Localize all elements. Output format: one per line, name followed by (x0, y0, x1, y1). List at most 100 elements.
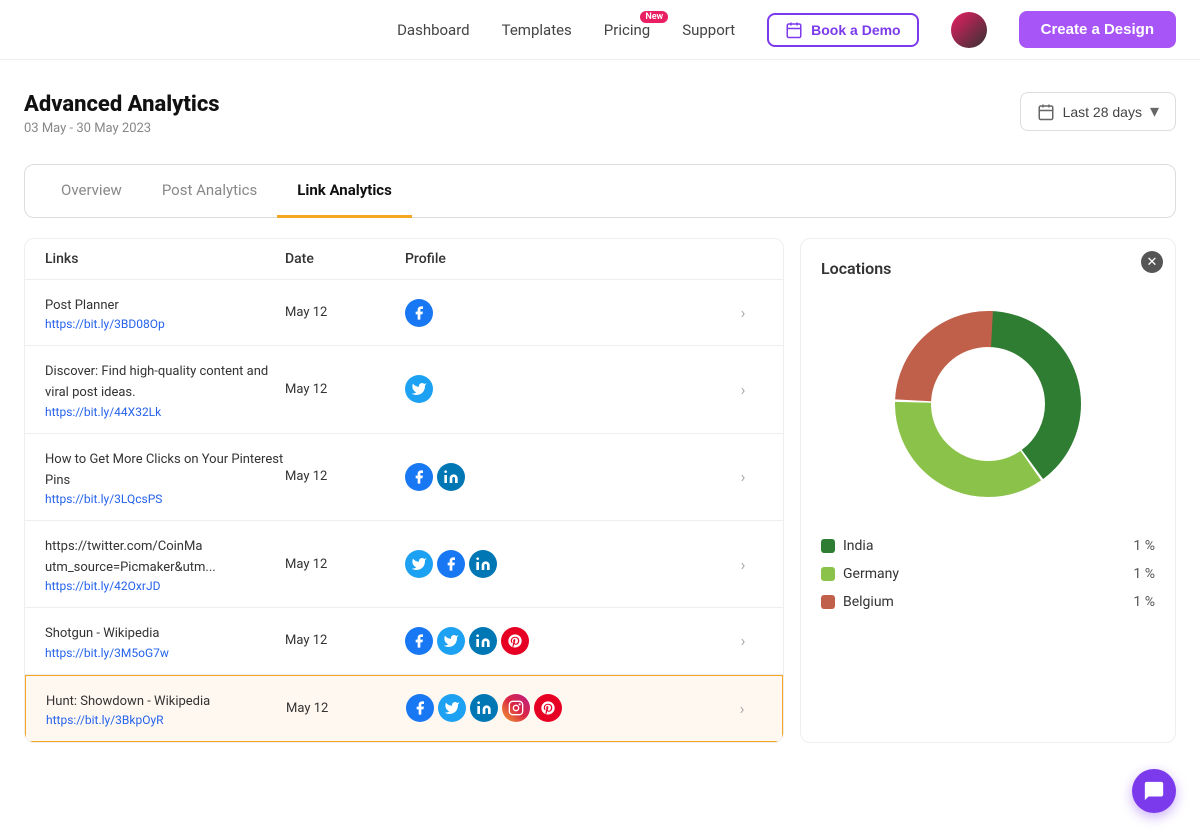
legend: India 1 % Germany 1 % Belgium 1 % (821, 538, 1155, 610)
page-date-range: 03 May - 30 May 2023 (24, 121, 220, 136)
pricing-new-badge: New (640, 11, 668, 23)
profile-icons (406, 694, 722, 722)
user-avatar[interactable] (951, 12, 987, 48)
link-date: May 12 (285, 557, 405, 572)
pi-icon (501, 627, 529, 655)
link-title: Hunt: Showdown - Wikipedia (46, 694, 210, 709)
tw-icon (405, 375, 433, 403)
legend-label: India (843, 538, 873, 554)
table-row[interactable]: Hunt: Showdown - Wikipedia https://bit.ly… (25, 675, 783, 742)
legend-pct: 1 % (1133, 566, 1155, 582)
legend-label: Belgium (843, 594, 894, 610)
col-date: Date (285, 251, 405, 267)
legend-left: Germany (821, 566, 899, 582)
main-content: Advanced Analytics 03 May - 30 May 2023 … (0, 60, 1200, 775)
legend-item: India 1 % (821, 538, 1155, 554)
calendar-icon (785, 21, 803, 39)
table-row[interactable]: Discover: Find high-quality content and … (25, 346, 783, 433)
tw-icon (438, 694, 466, 722)
legend-dot (821, 539, 835, 553)
tw-icon (405, 550, 433, 578)
chat-icon (1143, 780, 1165, 802)
link-url[interactable]: https://bit.ly/42OxrJD (45, 579, 285, 593)
table-row[interactable]: Post Planner https://bit.ly/3BD08OpMay 12… (25, 280, 783, 346)
li-icon (437, 463, 465, 491)
profile-icons (405, 299, 723, 327)
fb-icon (406, 694, 434, 722)
table-row[interactable]: https://twitter.com/CoinMa utm_source=Pi… (25, 521, 783, 608)
fb-icon (405, 463, 433, 491)
fb-icon (405, 627, 433, 655)
legend-dot (821, 567, 835, 581)
fb-icon (405, 299, 433, 327)
link-url[interactable]: https://bit.ly/3BD08Op (45, 317, 285, 331)
link-title: Shotgun - Wikipedia (45, 626, 159, 641)
li-icon (470, 694, 498, 722)
legend-item: Belgium 1 % (821, 594, 1155, 610)
tab-post-analytics[interactable]: Post Analytics (142, 165, 277, 218)
profile-icons (405, 550, 723, 578)
legend-pct: 1 % (1133, 594, 1155, 610)
profile-icons (405, 463, 723, 491)
link-date: May 12 (285, 633, 405, 648)
book-demo-button[interactable]: Book a Demo (767, 13, 918, 47)
table-row[interactable]: Shotgun - Wikipedia https://bit.ly/3M5oG7… (25, 608, 783, 674)
page-title-group: Advanced Analytics 03 May - 30 May 2023 (24, 92, 220, 136)
tabs-container: Overview Post Analytics Link Analytics (24, 164, 1176, 218)
date-filter-label: Last 28 days (1063, 104, 1142, 120)
col-profile: Profile (405, 251, 723, 267)
nav-templates[interactable]: Templates (502, 21, 572, 39)
row-chevron[interactable]: › (723, 303, 763, 322)
chat-bubble-button[interactable] (1132, 769, 1176, 813)
date-range-button[interactable]: Last 28 days ▾ (1020, 92, 1176, 131)
li-icon (469, 627, 497, 655)
tab-link-analytics[interactable]: Link Analytics (277, 165, 412, 218)
nav-support[interactable]: Support (682, 21, 735, 39)
link-date: May 12 (285, 305, 405, 320)
legend-label: Germany (843, 566, 899, 582)
legend-pct: 1 % (1133, 538, 1155, 554)
locations-section: Locations ✕ India 1 % (800, 238, 1176, 743)
link-date: May 12 (285, 382, 405, 397)
nav-dashboard[interactable]: Dashboard (397, 21, 470, 39)
link-title: Post Planner (45, 298, 119, 313)
row-chevron[interactable]: › (723, 380, 763, 399)
link-title: Discover: Find high-quality content and … (45, 364, 268, 400)
table-body: Post Plannerhttps://bit.ly/3BD08OpMay 12… (25, 280, 783, 742)
profile-icons (405, 375, 723, 403)
table-header: Links Date Profile (25, 239, 783, 280)
link-url[interactable]: https://bit.ly/3M5oG7w (45, 646, 285, 660)
link-url[interactable]: https://bit.ly/44X32Lk (45, 405, 285, 419)
locations-title: Locations (821, 259, 1155, 278)
link-url[interactable]: https://bit.ly/3LQcsPS (45, 492, 285, 506)
ig-icon (502, 694, 530, 722)
tab-overview[interactable]: Overview (41, 165, 142, 218)
profile-icons (405, 627, 723, 655)
fb-icon (437, 550, 465, 578)
nav-pricing[interactable]: Pricing New (604, 21, 650, 39)
legend-left: India (821, 538, 873, 554)
tw-icon (437, 627, 465, 655)
calendar-small-icon (1037, 103, 1055, 121)
legend-left: Belgium (821, 594, 894, 610)
row-chevron[interactable]: › (723, 555, 763, 574)
close-locations-button[interactable]: ✕ (1141, 251, 1163, 273)
donut-chart (821, 294, 1155, 514)
link-url[interactable]: https://bit.ly/3BkpOyR (46, 713, 286, 727)
legend-item: Germany 1 % (821, 566, 1155, 582)
table-row[interactable]: How to Get More Clicks on Your Pinterest… (25, 434, 783, 521)
navbar: Dashboard Templates Pricing New Support … (0, 0, 1200, 60)
create-design-button[interactable]: Create a Design (1019, 11, 1176, 48)
donut-svg (878, 294, 1098, 514)
legend-dot (821, 595, 835, 609)
row-chevron[interactable]: › (723, 467, 763, 486)
links-table: Links Date Profile Post Planner https://b… (24, 238, 784, 743)
page-header: Advanced Analytics 03 May - 30 May 2023 … (24, 92, 1176, 136)
row-chevron[interactable]: › (723, 631, 763, 650)
link-date: May 12 (285, 469, 405, 484)
row-chevron[interactable]: › (722, 699, 762, 718)
li-icon (469, 550, 497, 578)
col-links: Links (45, 251, 285, 267)
page-title: Advanced Analytics (24, 92, 220, 117)
chevron-down-icon: ▾ (1150, 101, 1159, 122)
